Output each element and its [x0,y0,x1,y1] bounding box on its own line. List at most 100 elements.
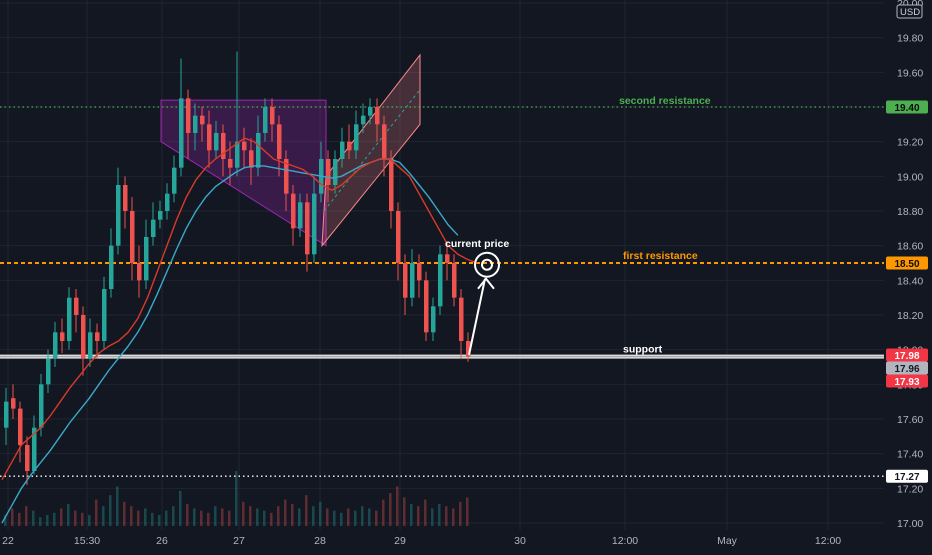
volume-bar [214,506,217,526]
x-tick-label: 12:00 [815,535,841,547]
candle-body [256,133,261,168]
x-tick-label: 26 [156,535,168,547]
candle [137,245,142,298]
candle-body [361,115,366,125]
candle-body [60,332,65,341]
candle-body [431,306,436,333]
volume-bar [277,506,280,526]
y-tick-label: 18.80 [897,206,923,218]
price-label: 18.50 [886,256,928,270]
candle-body [291,193,296,229]
volume-bar [368,508,371,526]
volume-bar [221,508,224,526]
volume-bar [186,504,189,526]
candle-body [445,254,450,263]
y-tick-label: 17.40 [897,449,923,461]
volume-bar [298,508,301,526]
price-label: 19.40 [886,100,928,114]
candle [130,197,135,281]
x-tick-label: 27 [233,535,245,547]
candle-body [95,332,100,341]
candle-body [249,150,254,168]
candle [410,249,415,307]
candle-body [382,124,387,159]
volume-bar [158,515,161,526]
x-tick-label: 30 [514,535,526,547]
candle-body [172,167,177,194]
volume-bar [452,508,455,526]
volume-bar [172,506,175,526]
candle [123,176,128,229]
volume-bar [256,508,259,526]
candle-body [347,141,352,151]
y-tick-label: 17.60 [897,414,923,426]
candle [417,254,422,298]
candle-body [67,297,72,341]
candle-body [326,159,331,185]
candle [459,289,464,359]
volume-bar [46,515,49,526]
volume-bar [11,508,14,526]
candle-body [424,280,429,333]
candle [165,183,170,220]
candle-body [144,237,149,281]
candle-body [186,98,191,133]
candle [424,271,429,341]
candle [305,193,310,272]
candle [431,297,436,341]
x-tick-label: May [717,535,738,547]
rising-channel [321,53,421,248]
volume-bar [88,515,91,526]
volume-bar [60,508,63,526]
candle-body [396,211,401,263]
volume-bar [403,497,406,526]
volume-bar [263,510,266,526]
candle [102,276,107,350]
candle-body [88,332,93,359]
candle-body [11,398,16,409]
volume-bar [137,510,140,526]
candle-body [312,193,317,255]
candle [438,245,443,315]
volume-bar [102,506,105,526]
candle-body [207,124,212,151]
volume-bar [207,512,210,526]
volume-bar [326,508,329,526]
x-tick-label: 28 [314,535,326,547]
candle-body [263,107,268,133]
y-tick-label: 19.60 [897,67,923,79]
candle [151,202,156,246]
volume-bar [319,501,322,526]
candle-body [46,358,51,385]
candle [67,287,72,350]
volume-bar [249,506,252,526]
y-tick-label: 19.20 [897,137,923,149]
volume-bar [270,512,273,526]
candle [11,384,16,419]
candle-body [333,159,338,185]
candle [109,228,114,298]
candle [88,318,93,367]
volume-bar [284,499,287,526]
volume-bar [305,495,308,526]
volume-bar [151,512,154,526]
currency-label: USD [900,7,920,18]
volume-bar [333,510,336,526]
volume-bar [431,508,434,526]
candle-body [151,219,156,237]
candle [403,254,408,315]
chart-root[interactable]: second resistance first resistance support… [0,0,932,550]
candle-body [354,124,359,151]
volume-bar [354,510,357,526]
volume-bar [445,506,448,526]
price-label: 17.98 [886,348,928,362]
volume-bar [389,493,392,526]
volume-bar [95,499,98,526]
price-chart[interactable]: second resistance first resistance support… [0,0,932,550]
x-tick-label: 12:00 [612,535,638,547]
volume-bar [396,486,399,526]
candle-body [452,263,457,298]
candle-body [200,115,205,125]
candle [74,289,79,333]
volume-bar [67,504,70,526]
